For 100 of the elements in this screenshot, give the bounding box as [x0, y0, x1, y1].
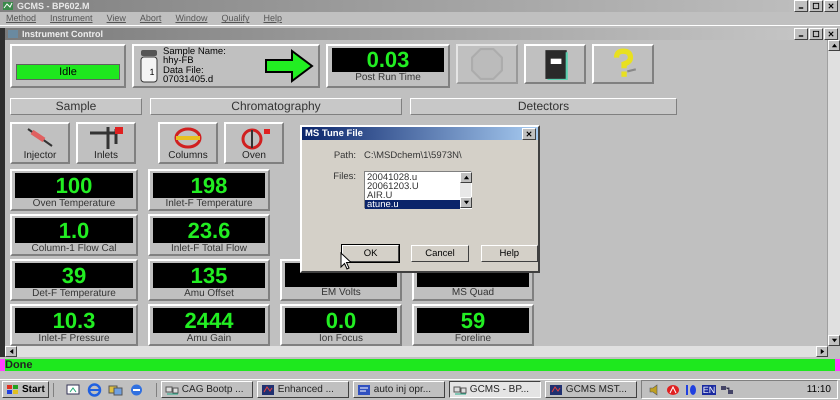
app-icon — [2, 1, 14, 11]
taskbar-button[interactable]: GCMS - BP... — [448, 381, 541, 398]
menu-item[interactable]: Method — [6, 13, 36, 24]
menu-item[interactable]: View — [106, 13, 126, 24]
meter-display: 59 — [417, 308, 529, 333]
meter-display: 0.0 — [285, 308, 397, 333]
maximize-icon — [812, 2, 820, 10]
folders-icon[interactable] — [108, 382, 123, 397]
taskbar-button[interactable]: CAG Bootp ... — [160, 381, 253, 398]
injector-button[interactable]: Injector — [10, 122, 70, 164]
meter-label: Inlet-F Temperature — [165, 198, 253, 210]
document-icon — [356, 384, 371, 396]
dialog-title: MS Tune File — [305, 128, 364, 139]
meter-label: Inlet-F Total Flow — [171, 242, 247, 255]
inlets-button[interactable]: Inlets — [76, 122, 136, 164]
scroll-up-icon — [462, 174, 470, 181]
meter-label: Amu Offset — [184, 288, 234, 300]
meter-label: Oven Temperature — [32, 198, 116, 210]
child-window-title: Instrument Control — [22, 28, 104, 39]
file-list[interactable]: 20041028.u 20061203.U AIR.U atune.u — [364, 171, 472, 209]
status-text: Done — [5, 358, 32, 371]
chart-icon — [260, 384, 275, 396]
meter-label: EM Volts — [321, 286, 361, 299]
menu-item[interactable]: Qualify — [221, 13, 250, 24]
meter-label: Inlet-F Pressure — [38, 332, 110, 345]
taskbar-button[interactable]: GCMS MST... — [544, 381, 637, 398]
vial-number: 1 — [148, 66, 156, 77]
valve-icon — [88, 126, 124, 150]
sample-value: hhy-FB — [163, 56, 194, 66]
horizontal-scrollbar[interactable] — [5, 346, 828, 357]
close-icon — [525, 130, 533, 138]
scroll-down-icon — [830, 336, 838, 344]
oven-button[interactable]: Oven — [224, 122, 284, 164]
meter-display: 10.3 — [15, 308, 133, 333]
sample-label: Sample Name: — [163, 46, 227, 56]
meter-display: 23.6 — [153, 218, 265, 243]
files-label: Files: — [332, 171, 356, 184]
meter-display: 39 — [15, 262, 133, 288]
maximize-button[interactable] — [809, 28, 823, 40]
section-header: Sample — [10, 98, 142, 115]
meter-display: 1.0 — [15, 218, 133, 243]
menu-item[interactable]: Window — [175, 13, 208, 24]
menu-item[interactable]: Abort — [140, 13, 162, 24]
start-button[interactable]: Start — [2, 381, 49, 398]
meter-display: 2444 — [153, 308, 265, 333]
meter-label: MS Quad — [452, 286, 494, 299]
meter-display: 100 — [15, 172, 133, 198]
vertical-scrollbar[interactable] — [827, 40, 840, 346]
meter-label: Column-1 Flow Cal — [31, 242, 117, 255]
desktop-icon[interactable] — [66, 382, 81, 397]
list-scrollbar[interactable] — [460, 172, 471, 208]
dialog-button[interactable]: Help — [480, 245, 538, 262]
post-run-display: 0.03 — [332, 48, 444, 72]
meter-display: 198 — [153, 172, 265, 198]
arrow-icon — [264, 48, 314, 83]
language-indicator[interactable]: EN — [702, 384, 716, 395]
taskbar-button[interactable]: auto inj opr... — [352, 381, 445, 398]
computers-icon — [164, 384, 179, 396]
network-icon[interactable] — [720, 384, 734, 396]
post-run-label: Post Run Time — [355, 72, 421, 84]
sample-label: Data File: — [163, 66, 204, 76]
browser-icon[interactable] — [86, 382, 102, 397]
close-button[interactable] — [824, 28, 838, 40]
notebook-button[interactable] — [524, 44, 586, 84]
computers-icon — [452, 384, 467, 396]
status-indicator: Idle — [16, 64, 120, 80]
dialog-button[interactable]: Cancel — [411, 245, 469, 262]
scroll-down-icon — [462, 199, 470, 206]
file-list-item[interactable]: atune.u — [365, 200, 460, 209]
meter-label: Det-F Temperature — [32, 288, 116, 300]
minimize-button[interactable] — [794, 28, 808, 40]
path-value: C:\MSDchem\1\5973N\ — [364, 150, 462, 161]
close-button[interactable] — [522, 128, 536, 140]
close-button[interactable] — [824, 0, 838, 12]
sample-value: 07031405.d — [163, 75, 214, 85]
menu-item[interactable]: Instrument — [50, 13, 93, 24]
stop-sign-icon — [471, 48, 503, 80]
file-list-item[interactable]: AIR.U — [365, 191, 460, 200]
menu-item[interactable]: Help — [263, 13, 282, 24]
meter-display: 135 — [153, 262, 265, 288]
section-header: Chromatography — [150, 98, 402, 115]
mouse-cursor-icon — [340, 252, 352, 270]
minimize-button[interactable] — [794, 0, 808, 12]
file-list-item[interactable]: 20061203.U — [365, 182, 460, 191]
scroll-up-icon — [830, 42, 838, 49]
close-icon — [827, 2, 835, 10]
input-method-icon[interactable] — [684, 384, 698, 396]
path-label: Path: — [332, 150, 356, 161]
taskbar-button[interactable]: Enhanced ... — [256, 381, 349, 398]
clock: 11:10 — [806, 384, 831, 396]
globe-icon[interactable] — [128, 382, 144, 397]
windows-logo-icon — [6, 384, 20, 396]
columns-button[interactable]: Columns — [158, 122, 218, 164]
help-button[interactable] — [592, 44, 654, 84]
maximize-button[interactable] — [809, 0, 823, 12]
meter-label: Amu Gain — [186, 332, 232, 345]
window-icon — [7, 28, 19, 39]
meter-label: Ion Focus — [319, 332, 363, 345]
file-list-item[interactable]: 20041028.u — [365, 173, 460, 182]
section-header: Detectors — [410, 98, 677, 115]
